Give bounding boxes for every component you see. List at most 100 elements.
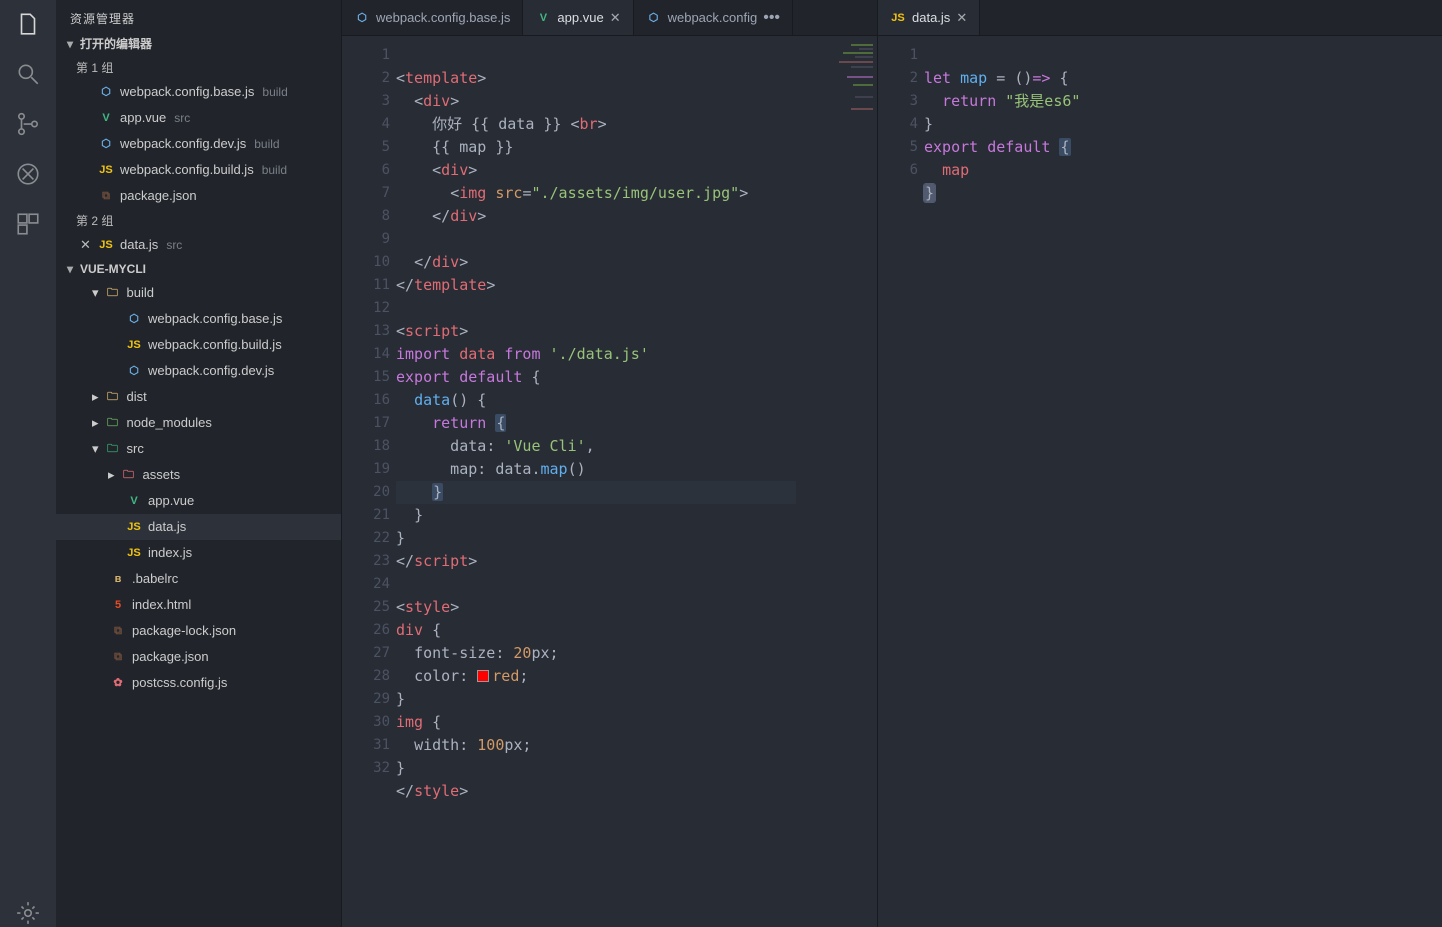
html-icon: 5: [110, 597, 126, 613]
tree-folder[interactable]: ▾ 🗀 src: [56, 436, 341, 462]
file-name: webpack.config.dev.js: [120, 133, 246, 155]
close-icon[interactable]: ✕: [610, 10, 621, 26]
code-content[interactable]: let map = ()=> { return "我是es6" } export…: [924, 36, 1080, 927]
file-name: webpack.config.build.js: [120, 159, 254, 181]
debug-icon[interactable]: [14, 160, 42, 188]
tree-file[interactable]: 5 index.html: [56, 592, 341, 618]
open-editor-item[interactable]: ✕ JS data.js src: [56, 232, 341, 258]
js-icon: JS: [890, 10, 906, 26]
json-icon: ⧉: [110, 623, 126, 639]
tab-label: data.js: [912, 10, 950, 25]
minimap[interactable]: [831, 36, 877, 927]
wp-icon: ⬡: [646, 10, 662, 26]
tree-file[interactable]: ⬡ webpack.config.base.js: [56, 306, 341, 332]
tree-folder[interactable]: ▸🗀 dist: [56, 384, 341, 410]
chevron-icon: ▸: [92, 412, 99, 434]
tree-file[interactable]: JS data.js: [56, 514, 341, 540]
file-name: data.js: [120, 234, 158, 256]
tree-folder[interactable]: ▾🗀 build: [56, 280, 341, 306]
post-icon: ✿: [110, 675, 126, 691]
open-editor-item[interactable]: ✕ V app.vue src: [56, 105, 341, 131]
overflow-icon[interactable]: •••: [763, 9, 780, 27]
file-hint: build: [262, 81, 287, 103]
gutter: 123456: [878, 36, 924, 927]
file-hint: src: [174, 107, 190, 129]
editor-tab[interactable]: JS data.js ✕: [878, 0, 980, 35]
js-icon: JS: [126, 519, 142, 535]
activity-bar: [0, 0, 56, 927]
json-icon: ⧉: [110, 649, 126, 665]
gear-icon[interactable]: [14, 899, 42, 927]
b-icon: ʙ: [110, 571, 126, 587]
tree-file[interactable]: ✿ postcss.config.js: [56, 670, 341, 696]
code-editor-left[interactable]: 1234567891011121314151617181920212223242…: [342, 36, 877, 927]
js-icon: JS: [98, 237, 114, 253]
tab-label: webpack.config.base.js: [376, 10, 510, 25]
tree-file[interactable]: JS index.js: [56, 540, 341, 566]
tree-item-label: build: [127, 282, 154, 304]
wp-icon: ⬡: [126, 363, 142, 379]
tree-item-label: package-lock.json: [132, 620, 236, 642]
tree-folder[interactable]: ▸🗀 node_modules: [56, 410, 341, 436]
tree-item-label: node_modules: [127, 412, 212, 434]
wp-icon: ⬡: [98, 84, 114, 100]
file-hint: src: [166, 234, 182, 256]
open-editor-item[interactable]: ✕ ⬡ webpack.config.base.js build: [56, 79, 341, 105]
search-icon[interactable]: [14, 60, 42, 88]
close-icon[interactable]: ✕: [80, 234, 92, 256]
explorer-icon[interactable]: [14, 10, 42, 38]
tree-item-label: index.js: [148, 542, 192, 564]
tree-item-label: app.vue: [148, 490, 194, 512]
tab-label: webpack.config: [668, 10, 758, 25]
tree-item-label: webpack.config.base.js: [148, 308, 282, 330]
file-hint: build: [254, 133, 279, 155]
tree-file[interactable]: ⧉ package.json: [56, 644, 341, 670]
editor-tab[interactable]: ⬡ webpack.config •••: [634, 0, 793, 35]
tree-item-label: assets: [143, 464, 181, 486]
tree-folder[interactable]: ▸🗀 assets: [56, 462, 341, 488]
editor-group-label: 第 1 组: [56, 56, 341, 79]
tree-file[interactable]: V app.vue: [56, 488, 341, 514]
file-name: webpack.config.base.js: [120, 81, 254, 103]
tab-label: app.vue: [557, 10, 603, 25]
tree-file[interactable]: JS webpack.config.build.js: [56, 332, 341, 358]
close-icon[interactable]: ✕: [956, 10, 967, 26]
file-name: app.vue: [120, 107, 166, 129]
folder-icon: 🗀: [105, 285, 121, 301]
vue-icon: V: [126, 493, 142, 509]
editor-tab[interactable]: ⬡ webpack.config.base.js: [342, 0, 523, 35]
tree-item-label: postcss.config.js: [132, 672, 227, 694]
tree-item-label: dist: [127, 386, 147, 408]
tree-item-label: src: [127, 438, 144, 460]
tree-item-label: data.js: [148, 516, 186, 538]
chevron-icon: ▸: [92, 386, 99, 408]
src-icon: 🗀: [105, 441, 121, 457]
tree-item-label: package.json: [132, 646, 209, 668]
open-editor-item[interactable]: ✕ ⬡ webpack.config.dev.js build: [56, 131, 341, 157]
editor-pane-right: JS data.js ✕ 123456 let map = ()=> { ret…: [878, 0, 1442, 927]
tree-file[interactable]: ⬡ webpack.config.dev.js: [56, 358, 341, 384]
editor-tab[interactable]: V app.vue ✕: [523, 0, 633, 35]
tree-item-label: webpack.config.dev.js: [148, 360, 274, 382]
project-header[interactable]: ▾ VUE-MYCLI: [56, 258, 341, 280]
code-editor-right[interactable]: 123456 let map = ()=> { return "我是es6" }…: [878, 36, 1442, 927]
open-editor-item[interactable]: ✕ ⧉ package.json: [56, 183, 341, 209]
tree-file[interactable]: ⧉ package-lock.json: [56, 618, 341, 644]
open-editor-item[interactable]: ✕ JS webpack.config.build.js build: [56, 157, 341, 183]
code-content[interactable]: <template> <div> 你好 {{ data }} <br> {{ m…: [396, 36, 796, 927]
wp-icon: ⬡: [354, 10, 370, 26]
editor-area: ⬡ webpack.config.base.js V app.vue ✕ ⬡ w…: [342, 0, 1442, 927]
file-name: package.json: [120, 185, 197, 207]
tree-file[interactable]: ʙ .babelrc: [56, 566, 341, 592]
js-icon: JS: [98, 162, 114, 178]
chevron-icon: ▸: [108, 464, 115, 486]
tree-item-label: webpack.config.build.js: [148, 334, 282, 356]
js-icon: JS: [126, 545, 142, 561]
git-icon[interactable]: [14, 110, 42, 138]
tabs-left: ⬡ webpack.config.base.js V app.vue ✕ ⬡ w…: [342, 0, 877, 36]
editor-pane-left: ⬡ webpack.config.base.js V app.vue ✕ ⬡ w…: [342, 0, 878, 927]
extensions-icon[interactable]: [14, 210, 42, 238]
open-editors-header[interactable]: ▾ 打开的编辑器: [56, 31, 341, 56]
chevron-icon: ▾: [92, 438, 99, 460]
editor-group-label: 第 2 组: [56, 209, 341, 232]
